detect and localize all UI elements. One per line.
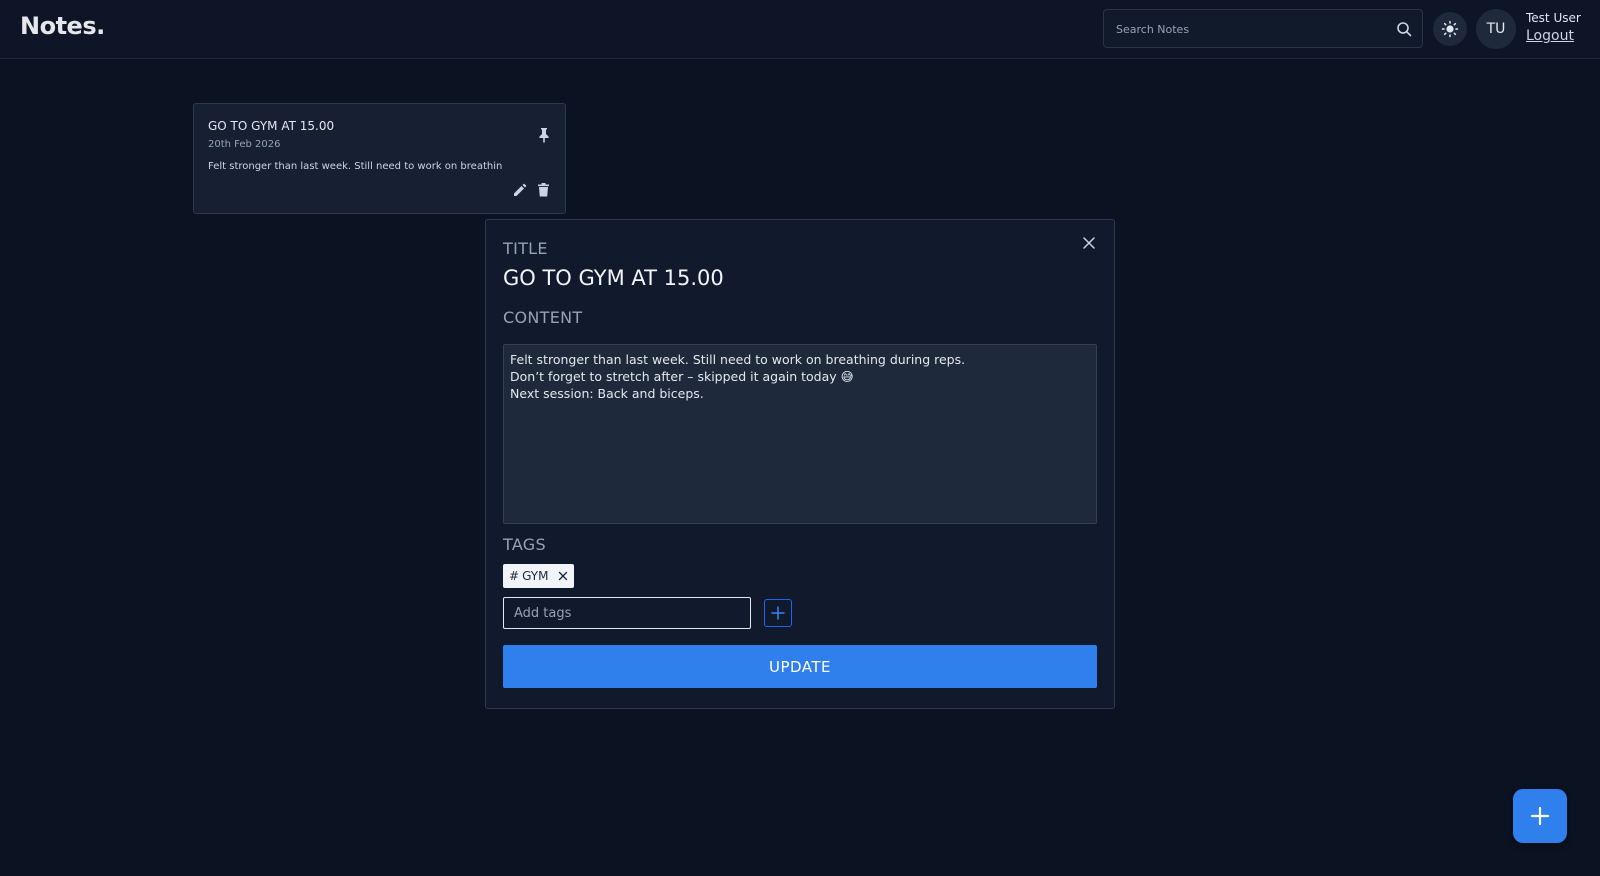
tags-input[interactable] — [503, 597, 751, 629]
search-icon[interactable] — [1396, 21, 1412, 37]
logout-link[interactable]: Logout — [1526, 28, 1574, 44]
app-logo: Notes. — [20, 12, 105, 40]
note-title: GO TO GYM AT 15.00 — [208, 119, 335, 133]
add-tag-button[interactable] — [764, 599, 792, 627]
tags-label: TAGS — [503, 535, 546, 554]
search-input[interactable] — [1116, 19, 1376, 39]
remove-tag-icon[interactable] — [558, 571, 568, 581]
plus-icon — [771, 606, 785, 620]
close-icon[interactable] — [1082, 236, 1096, 250]
search-box[interactable] — [1103, 9, 1423, 48]
theme-toggle-button[interactable] — [1433, 12, 1467, 46]
tag-name: GYM — [522, 569, 549, 583]
navbar: Notes. TU Test User Logout — [0, 0, 1600, 59]
delete-icon[interactable] — [537, 183, 550, 197]
edit-note-modal: TITLE GO TO GYM AT 15.00 CONTENT Felt st… — [485, 219, 1115, 709]
add-note-button[interactable] — [1513, 789, 1567, 843]
content-label: CONTENT — [503, 308, 583, 327]
tag-hash: # — [509, 569, 520, 583]
avatar[interactable]: TU — [1476, 9, 1516, 49]
tag-chip: # GYM — [503, 564, 574, 588]
user-name: Test User — [1526, 11, 1581, 25]
plus-icon — [1530, 806, 1550, 826]
note-date: 20th Feb 2026 — [208, 139, 281, 150]
note-card[interactable]: GO TO GYM AT 15.00 20th Feb 2026 Felt st… — [193, 103, 566, 214]
title-label: TITLE — [503, 239, 548, 258]
note-preview: Felt stronger than last week. Still need… — [208, 161, 503, 172]
content-textarea[interactable]: Felt stronger than last week. Still need… — [503, 344, 1097, 524]
title-value[interactable]: GO TO GYM AT 15.00 — [503, 266, 724, 290]
sun-icon — [1441, 20, 1459, 38]
pin-icon[interactable] — [537, 127, 551, 143]
edit-icon[interactable] — [513, 183, 527, 197]
update-button[interactable]: UPDATE — [503, 645, 1097, 688]
